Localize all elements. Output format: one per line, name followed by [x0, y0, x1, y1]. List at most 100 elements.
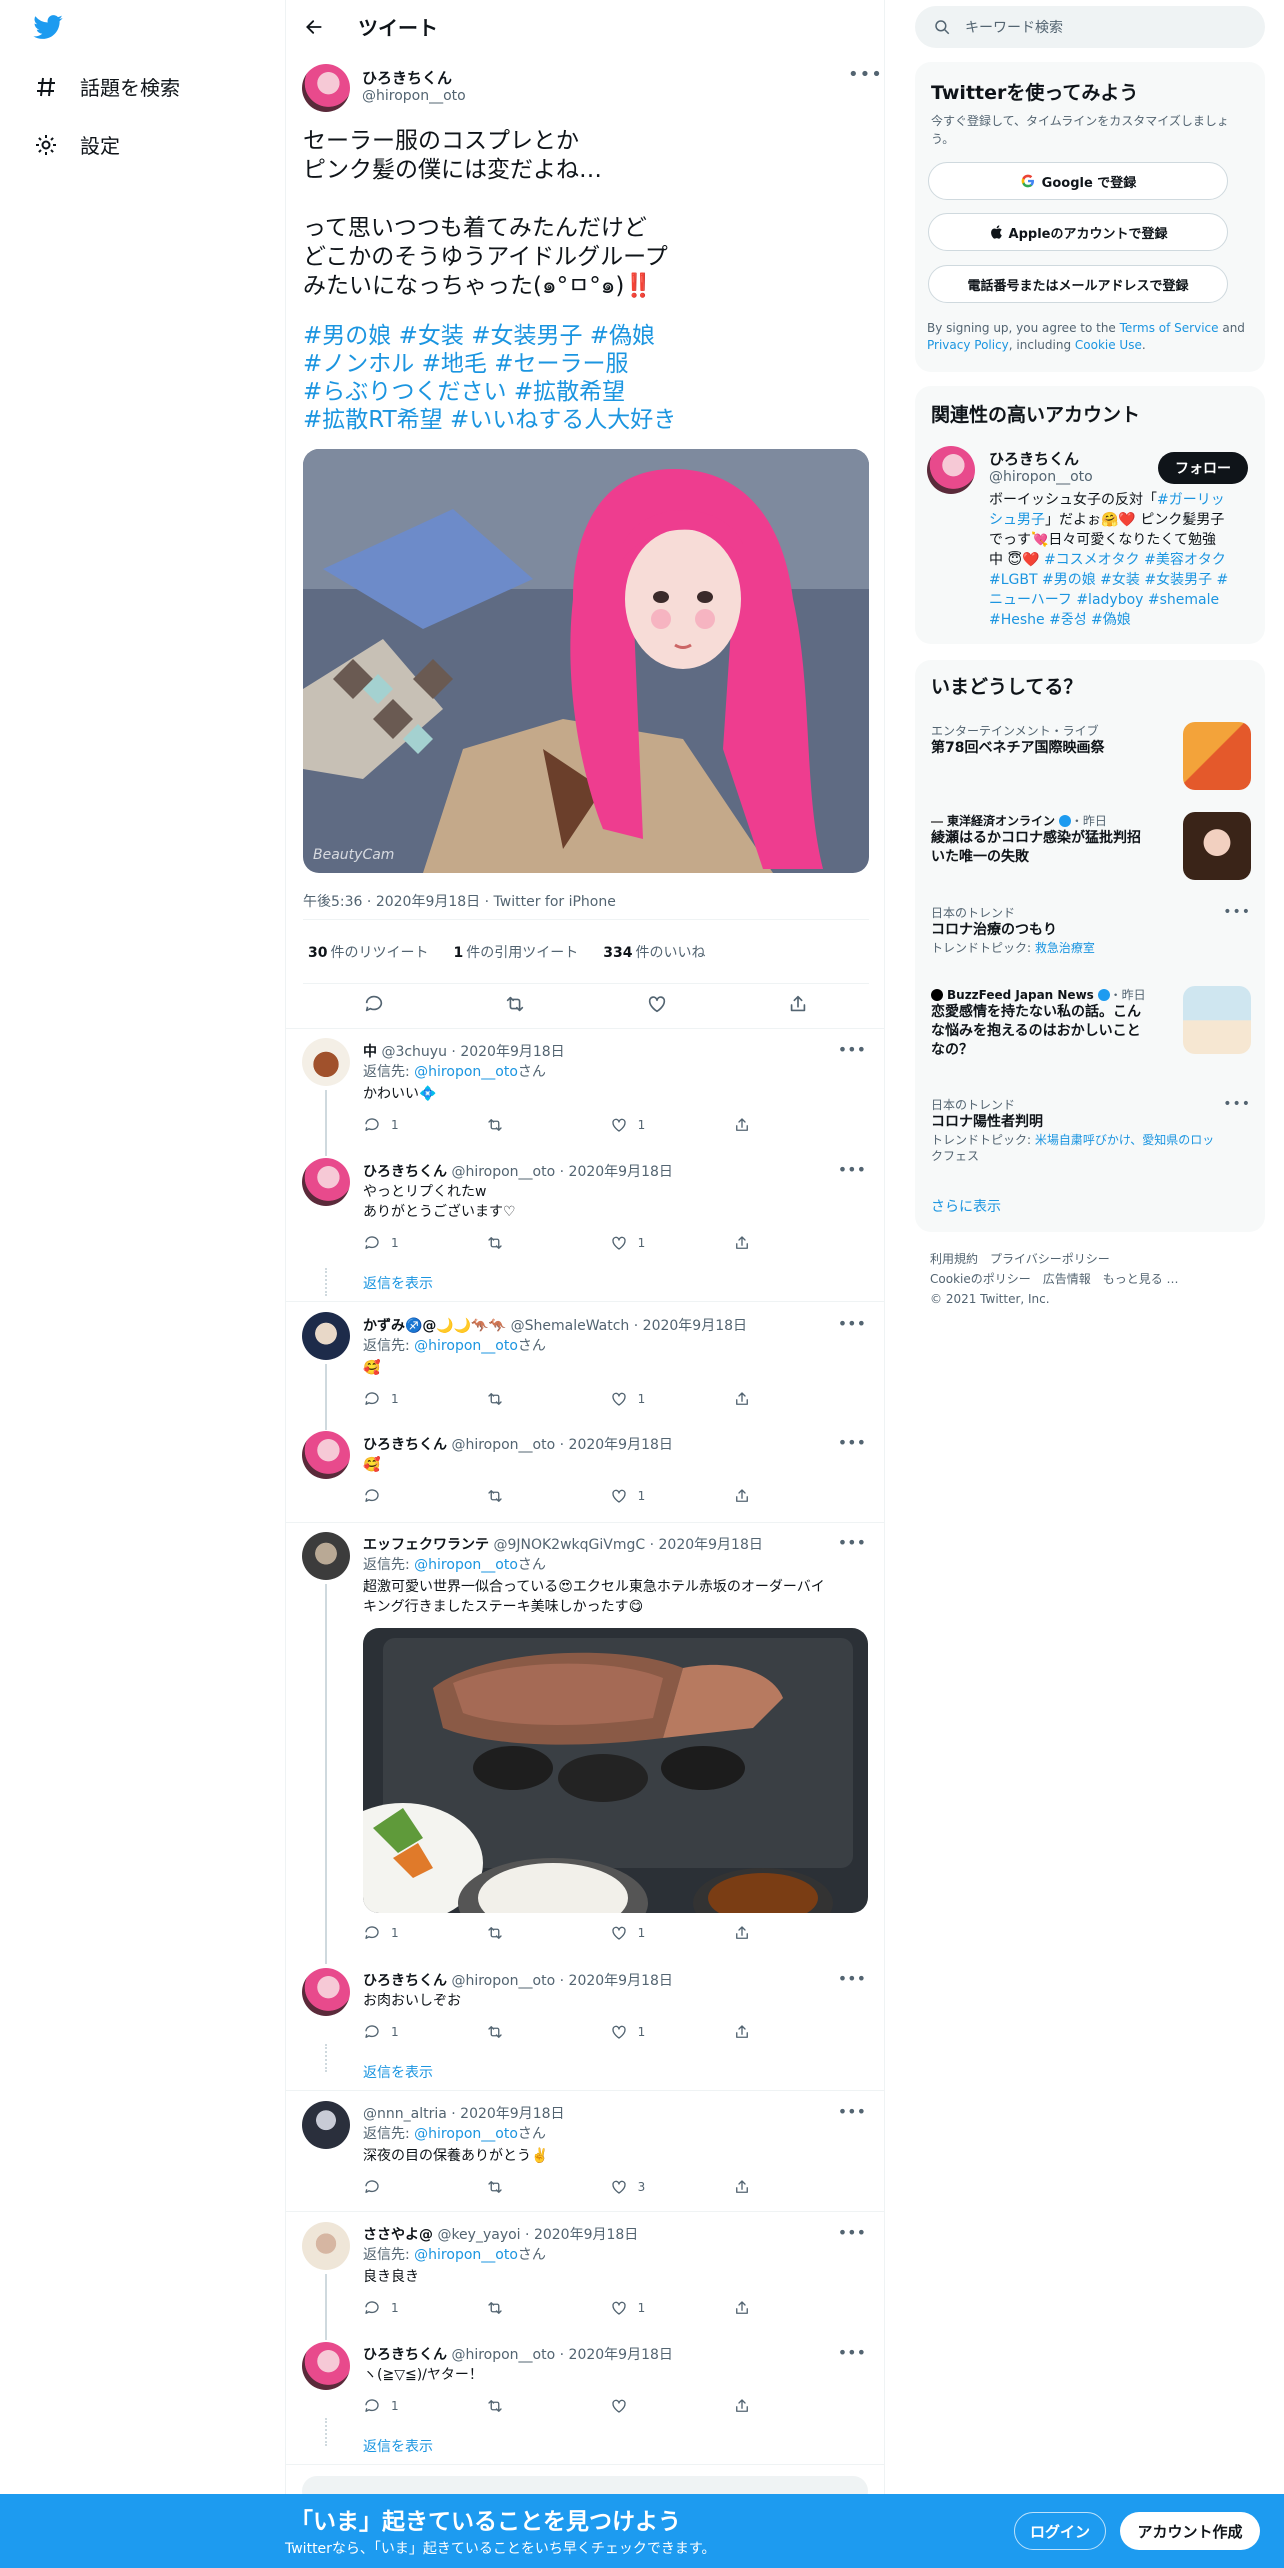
hashtag-link[interactable]: #女装 [399, 323, 464, 349]
reply-author-handle[interactable]: @hiropon__oto [451, 1164, 555, 1180]
share-icon[interactable] [733, 2178, 793, 2196]
share-icon[interactable] [733, 1234, 793, 1252]
like-icon[interactable]: 1 [610, 1116, 670, 1134]
reply-date[interactable]: 2020年9月18日 [534, 2227, 638, 2243]
nav-explore[interactable]: 話題を検索 [32, 72, 180, 101]
reply-author-name[interactable]: エッフェクワランテ [363, 1537, 489, 1553]
reply-date[interactable]: 2020年9月18日 [569, 1437, 673, 1453]
reply-author-name[interactable]: 中 [363, 1044, 377, 1060]
reply-photo[interactable] [363, 1628, 868, 1913]
tweet-source[interactable]: Twitter for iPhone [494, 894, 616, 910]
retweet-icon[interactable] [486, 2178, 546, 2196]
tweet-date[interactable]: 2020年9月18日 [376, 894, 480, 910]
reply-date[interactable]: 2020年9月18日 [569, 1973, 673, 1989]
footer-links[interactable]: 利用規約 プライバシーポリシー [930, 1249, 1179, 1269]
reply-icon[interactable]: 1 [363, 2397, 423, 2415]
retweet-icon[interactable] [486, 1116, 546, 1134]
retweet-icon[interactable] [486, 1924, 546, 1942]
cookie-link[interactable]: Cookie Use [1075, 338, 1142, 352]
retweet-icon[interactable] [486, 1390, 546, 1408]
tweet-time[interactable]: 午後5:36 [303, 894, 362, 910]
more-icon[interactable]: ••• [838, 1533, 866, 1552]
reply-date[interactable]: 2020年9月18日 [569, 2347, 673, 2363]
mention-link[interactable]: @hiropon__oto [414, 1064, 518, 1080]
avatar[interactable] [302, 1038, 350, 1086]
hashtag-link[interactable]: #女装男子 [471, 323, 582, 349]
follow-button[interactable]: フォロー [1158, 452, 1248, 484]
avatar[interactable] [302, 1158, 350, 1206]
retweet-icon[interactable] [486, 2299, 546, 2317]
reply-icon[interactable]: 1 [363, 1390, 423, 1408]
more-icon[interactable]: ••• [838, 1314, 866, 1333]
like-icon[interactable] [610, 2397, 670, 2415]
trend-item[interactable]: エンターテインメント・ライブ 第78回ベネチア国際映画祭 [931, 722, 1251, 792]
tweet-author-handle[interactable]: @hiropon__oto [362, 88, 466, 104]
reply-icon[interactable] [363, 2178, 423, 2196]
retweet-count[interactable]: 30 件のリツイート [308, 942, 428, 962]
share-icon[interactable] [733, 1116, 793, 1134]
avatar[interactable] [302, 1431, 350, 1479]
retweet-icon[interactable] [486, 2023, 546, 2041]
trend-item[interactable]: 日本のトレンド コロナ治療のつもり トレンドトピック: 救急治療室 ••• [931, 904, 1251, 974]
hashtag-link[interactable]: #地毛 [422, 351, 487, 377]
avatar[interactable] [927, 446, 975, 494]
reply-author-handle[interactable]: @3chuyu [381, 1044, 447, 1060]
more-icon[interactable]: ••• [838, 1433, 866, 1452]
mention-link[interactable]: @hiropon__oto [414, 1338, 518, 1354]
like-icon[interactable]: 1 [610, 1234, 670, 1252]
like-icon[interactable]: 1 [610, 2299, 670, 2317]
reply-icon[interactable]: 1 [363, 1116, 423, 1134]
share-icon[interactable] [733, 2299, 793, 2317]
show-replies-link[interactable]: 返信を表示 [363, 1273, 433, 1293]
terms-link[interactable]: Terms of Service [1120, 321, 1219, 335]
signup-button[interactable]: アカウント作成 [1120, 2512, 1260, 2550]
more-icon[interactable]: ••• [838, 1040, 866, 1059]
mention-link[interactable]: @hiropon__oto [414, 1557, 518, 1573]
share-icon[interactable] [733, 1924, 793, 1942]
more-icon[interactable]: ••• [838, 2223, 866, 2242]
share-icon[interactable] [733, 2397, 793, 2415]
share-icon[interactable] [733, 1390, 793, 1408]
reply-author-name[interactable]: ひろきちくん [363, 1973, 447, 1989]
hashtag-link[interactable]: #拡散RT希望 [303, 407, 443, 433]
avatar[interactable] [302, 2342, 350, 2390]
hashtag-link[interactable]: #拡散希望 [514, 379, 625, 405]
apple-signup-button[interactable]: Appleのアカウントで登録 [928, 213, 1228, 251]
reply-icon[interactable]: 1 [363, 2299, 423, 2317]
phone-email-signup-button[interactable]: 電話番号またはメールアドレスで登録 [928, 265, 1228, 303]
avatar[interactable] [302, 2101, 350, 2149]
share-icon[interactable] [787, 993, 809, 1019]
show-replies-link[interactable]: 返信を表示 [363, 2062, 433, 2082]
like-count[interactable]: 334 件のいいね [603, 942, 705, 962]
hashtag-link[interactable]: #いいねする人大好き [450, 407, 676, 433]
arrow-left-icon[interactable] [300, 13, 328, 41]
reply-author-name[interactable]: ささやよ@ [363, 2227, 433, 2243]
reply-icon[interactable]: 1 [363, 1234, 423, 1252]
like-icon[interactable]: 1 [610, 1924, 670, 1942]
reply-author-handle[interactable]: @hiropon__oto [451, 2347, 555, 2363]
avatar[interactable] [302, 1312, 350, 1360]
tweet-author-name[interactable]: ひろきちくん [362, 67, 452, 88]
reply-icon[interactable] [363, 1487, 423, 1505]
more-icon[interactable]: ••• [848, 64, 883, 85]
more-icon[interactable]: ••• [1223, 904, 1251, 920]
reply-author-handle[interactable]: @hiropon__oto [451, 1973, 555, 1989]
retweet-icon[interactable] [486, 1234, 546, 1252]
retweet-icon[interactable] [486, 1487, 546, 1505]
more-icon[interactable]: ••• [838, 2343, 866, 2362]
share-icon[interactable] [733, 2023, 793, 2041]
reply-icon[interactable]: 1 [363, 2023, 423, 2041]
like-icon[interactable]: 3 [610, 2178, 670, 2196]
mention-link[interactable]: @hiropon__oto [414, 2247, 518, 2263]
mention-link[interactable]: @hiropon__oto [414, 2126, 518, 2142]
reply-date[interactable]: 2020年9月18日 [643, 1318, 747, 1334]
reply-date[interactable]: 2020年9月18日 [569, 1164, 673, 1180]
hashtag-link[interactable]: #男の娘 [303, 323, 391, 349]
trend-item[interactable]: BuzzFeed Japan News ・昨日 恋愛感情を持たない私の話。こん … [931, 986, 1251, 1076]
like-icon[interactable]: 1 [610, 2023, 670, 2041]
reply-date[interactable]: 2020年9月18日 [460, 2106, 564, 2122]
reply-author-handle[interactable]: @hiropon__oto [451, 1437, 555, 1453]
related-name[interactable]: ひろきちくん [989, 448, 1079, 469]
share-icon[interactable] [733, 1487, 793, 1505]
reply-author-handle[interactable]: @nnn_altria [363, 2106, 447, 2122]
